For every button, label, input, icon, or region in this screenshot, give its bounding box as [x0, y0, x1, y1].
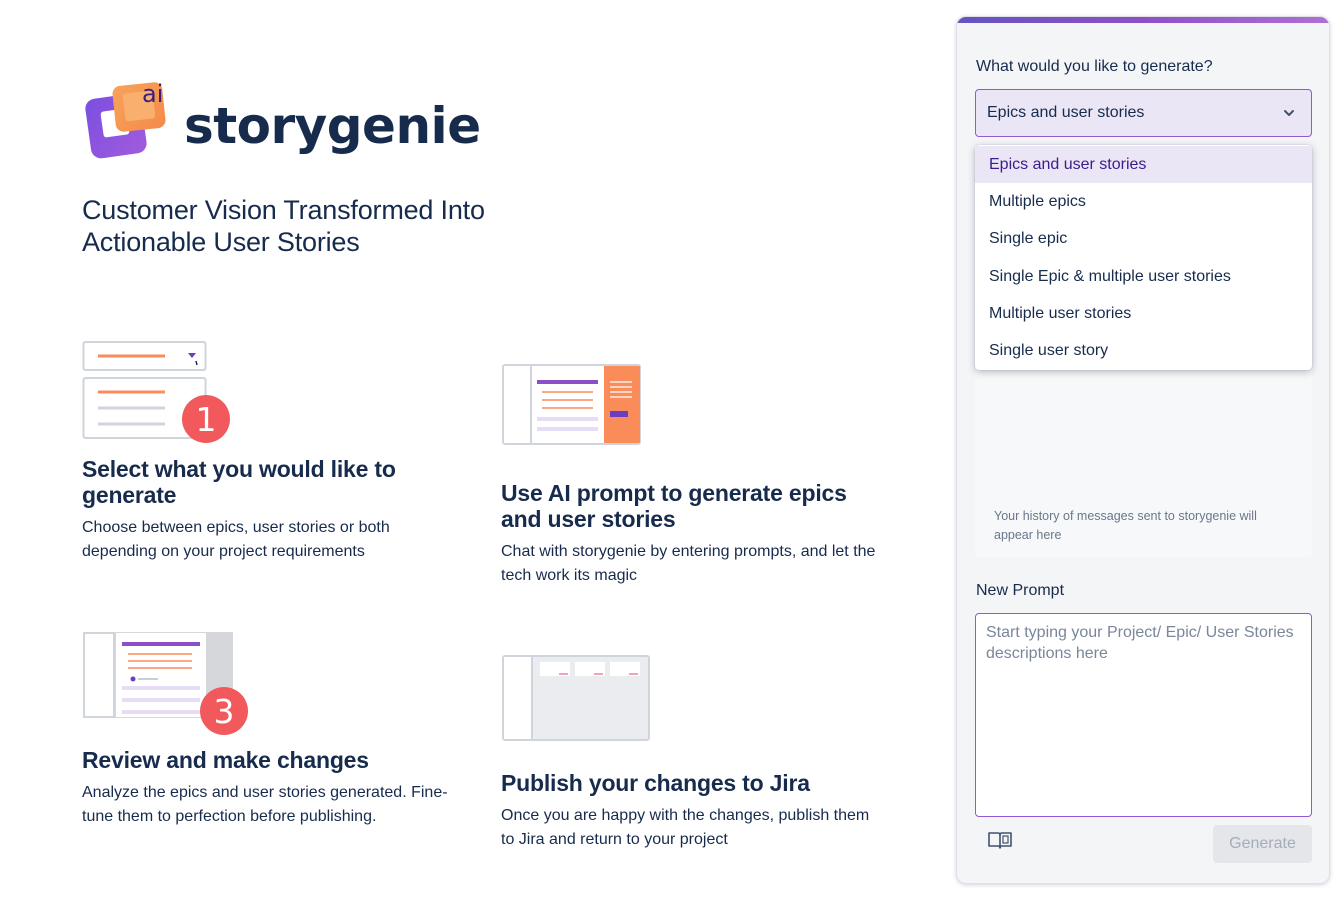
logo-ai-text: ai [142, 80, 164, 108]
step-description: Analyze the epics and user stories gener… [82, 784, 448, 825]
selected-value: Epics and user stories [987, 104, 1145, 121]
step-description: Chat with storygenie by entering prompts… [501, 543, 876, 584]
step-select: Select what you would like to generate C… [82, 456, 442, 563]
step-number-badge: 3 [200, 687, 248, 735]
step-description: Choose between epics, user stories or bo… [82, 519, 390, 560]
generate-panel: What would you like to generate? Epics a… [956, 16, 1330, 884]
step-title: Use AI prompt to generate epics and user… [501, 480, 847, 532]
new-prompt-label: New Prompt [976, 582, 1065, 599]
step-review: Review and make changes Analyze the epic… [82, 747, 462, 828]
brand-logo: ai storygenie [84, 76, 481, 168]
generate-type-label: What would you like to generate? [976, 58, 1213, 75]
step-title: Publish your changes to Jira [501, 770, 810, 796]
step-ai-prompt: Use AI prompt to generate epics and user… [501, 480, 881, 587]
step-description: Once you are happy with the changes, pub… [501, 807, 870, 848]
option-single-epic-multiple-stories[interactable]: Single Epic & multiple user stories [975, 258, 1312, 295]
generate-type-dropdown: Epics and user stories Multiple epics Si… [975, 145, 1312, 370]
step-title: Select what you would like to generate [82, 456, 396, 508]
option-epics-and-user-stories[interactable]: Epics and user stories [975, 146, 1312, 184]
tagline: Customer Vision Transformed Into Actiona… [82, 195, 485, 257]
step-number-badge: 1 [182, 395, 230, 443]
option-multiple-user-stories[interactable]: Multiple user stories [975, 295, 1312, 332]
option-single-epic[interactable]: Single epic [975, 221, 1312, 258]
option-single-user-story[interactable]: Single user story [975, 332, 1312, 369]
generate-type-select[interactable]: Epics and user stories [975, 89, 1312, 137]
ai-prompt-illustration [502, 364, 642, 453]
message-history: Your history of messages sent to storyge… [975, 367, 1312, 557]
step-title: Review and make changes [82, 747, 369, 773]
panel-accent-bar [957, 17, 1329, 23]
chevron-down-icon [1284, 110, 1294, 116]
generate-button[interactable]: Generate [1213, 825, 1312, 863]
publish-illustration [502, 654, 650, 747]
storygenie-logo-icon: ai [84, 76, 176, 168]
book-icon[interactable] [987, 830, 1013, 850]
prompt-input[interactable] [975, 613, 1312, 817]
step-publish: Publish your changes to Jira Once you ar… [501, 770, 881, 851]
history-placeholder: Your history of messages sent to storyge… [994, 509, 1257, 542]
option-multiple-epics[interactable]: Multiple epics [975, 183, 1312, 220]
brand-name: storygenie [184, 97, 481, 155]
